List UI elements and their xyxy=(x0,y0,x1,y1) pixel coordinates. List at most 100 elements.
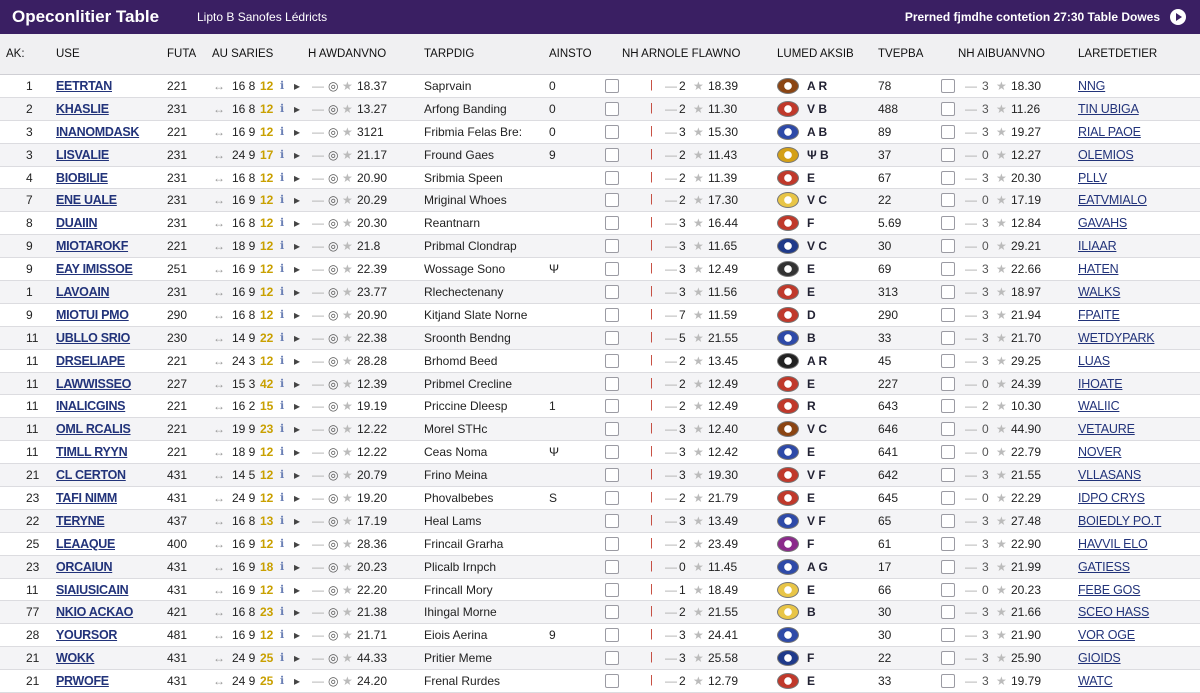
detail-link[interactable]: PLLV xyxy=(1078,171,1107,185)
row-checkbox[interactable] xyxy=(605,399,619,414)
row-checkbox[interactable] xyxy=(941,307,955,322)
row-checkbox[interactable] xyxy=(941,170,955,185)
row-checkbox[interactable] xyxy=(605,193,619,208)
team-link[interactable]: EETRTAN xyxy=(56,79,112,93)
row-checkbox[interactable] xyxy=(605,445,619,460)
team-link[interactable]: EAY IMISSOE xyxy=(56,262,133,276)
table-row[interactable]: 23 TAFI NIMM 431 24 9 12 19.20 Phovalbebes S 2 21… xyxy=(0,487,1200,510)
detail-link[interactable]: GATIESS xyxy=(1078,560,1130,574)
row-checkbox[interactable] xyxy=(941,124,955,139)
detail-link[interactable]: FEBE GOS xyxy=(1078,583,1141,597)
row-checkbox[interactable] xyxy=(941,422,955,437)
row-checkbox[interactable] xyxy=(941,101,955,116)
team-link[interactable]: DUAIIN xyxy=(56,216,98,230)
row-checkbox[interactable] xyxy=(941,582,955,597)
table-row[interactable]: 7 ENE UALE 231 16 9 12 20.29 Mriginal Whoes 2 17… xyxy=(0,189,1200,213)
detail-link[interactable]: FPAITE xyxy=(1078,308,1120,322)
col-header[interactable]: H AWDANVNO xyxy=(308,48,386,60)
row-checkbox[interactable] xyxy=(605,101,619,116)
table-row[interactable]: 11 LAWWISSEO 227 15 3 42 12.39 Pribmel Creclin… xyxy=(0,372,1200,396)
col-header[interactable]: TARPDIG xyxy=(424,48,474,60)
team-link[interactable]: ORCAIUN xyxy=(56,560,113,574)
table-row[interactable]: 11 INALICGINS 221 16 2 15 19.19 Priccine Dlees… xyxy=(0,395,1200,419)
team-link[interactable]: INALICGINS xyxy=(56,399,126,413)
team-link[interactable]: WOKK xyxy=(56,651,95,665)
team-link[interactable]: LISVALIE xyxy=(56,148,109,162)
table-row[interactable]: 9 MIOTAROKF 221 18 9 12 21.8 Pribmal Clondrap 3… xyxy=(0,235,1200,259)
row-checkbox[interactable] xyxy=(605,582,619,597)
detail-link[interactable]: WALKS xyxy=(1078,285,1121,299)
row-checkbox[interactable] xyxy=(941,216,955,231)
table-row[interactable]: 11 DRSELIAPE 221 24 3 12 28.28 Brhomd Beed 2 13.… xyxy=(0,349,1200,373)
team-link[interactable]: TERYNE xyxy=(56,514,105,528)
row-checkbox[interactable] xyxy=(941,674,955,689)
detail-link[interactable]: IDPO CRYS xyxy=(1078,491,1145,505)
play-icon[interactable] xyxy=(1170,9,1186,25)
row-checkbox[interactable] xyxy=(605,170,619,185)
table-row[interactable]: 21 PRWOFE 431 24 9 25 24.20 Frenal Rurdes 2 12.7… xyxy=(0,670,1200,693)
row-checkbox[interactable] xyxy=(605,605,619,620)
row-checkbox[interactable] xyxy=(605,285,619,300)
row-checkbox[interactable] xyxy=(605,376,619,391)
table-row[interactable]: 11 SIAIUSICAIN 431 16 9 12 22.20 Frincall Mory… xyxy=(0,578,1200,602)
detail-link[interactable]: OLEMIOS xyxy=(1078,148,1134,162)
row-checkbox[interactable] xyxy=(941,79,955,93)
row-checkbox[interactable] xyxy=(941,605,955,620)
row-checkbox[interactable] xyxy=(605,513,619,528)
col-header[interactable]: USE xyxy=(56,48,80,60)
table-row[interactable]: 4 BIOBILIE 231 16 8 12 20.90 Sribmia Speen 2 11.… xyxy=(0,166,1200,190)
detail-link[interactable]: BOIEDLY PO.T xyxy=(1078,514,1161,528)
table-row[interactable]: 3 LISVALIE 231 24 9 17 21.17 Fround Gaes 9 2 11.4… xyxy=(0,143,1200,167)
detail-link[interactable]: HATEN xyxy=(1078,262,1119,276)
row-checkbox[interactable] xyxy=(605,239,619,254)
row-checkbox[interactable] xyxy=(941,491,955,506)
row-checkbox[interactable] xyxy=(605,468,619,483)
row-checkbox[interactable] xyxy=(605,674,619,689)
team-link[interactable]: UBLLO SRIO xyxy=(56,331,130,345)
row-checkbox[interactable] xyxy=(605,422,619,437)
detail-link[interactable]: SCEO HASS xyxy=(1078,605,1149,619)
row-checkbox[interactable] xyxy=(941,513,955,528)
row-checkbox[interactable] xyxy=(941,285,955,300)
table-row[interactable]: 77 NKIO ACKAO 421 16 8 23 21.38 Ihingal Morne 2… xyxy=(0,601,1200,625)
table-row[interactable]: 2 KHASLIE 231 16 8 12 13.27 Arfong Banding 0 2 11… xyxy=(0,97,1200,121)
table-row[interactable]: 25 LEAAQUE 400 16 9 12 28.36 Frincail Grarha 2 2… xyxy=(0,532,1200,556)
table-row[interactable]: 28 YOURSOR 481 16 9 12 21.71 Eiois Aerina 9 3 24.… xyxy=(0,624,1200,648)
row-checkbox[interactable] xyxy=(605,330,619,345)
team-link[interactable]: OML RCALIS xyxy=(56,422,131,436)
team-link[interactable]: TAFI NIMM xyxy=(56,491,117,505)
team-link[interactable]: BIOBILIE xyxy=(56,171,108,185)
row-checkbox[interactable] xyxy=(941,239,955,254)
detail-link[interactable]: IHOATE xyxy=(1078,377,1123,391)
row-checkbox[interactable] xyxy=(605,147,619,162)
col-header[interactable]: TVEPBA xyxy=(878,48,923,60)
team-link[interactable]: CL CERTON xyxy=(56,468,126,482)
col-header[interactable]: LUMED AKSIB xyxy=(777,48,854,60)
row-checkbox[interactable] xyxy=(941,399,955,414)
row-checkbox[interactable] xyxy=(941,330,955,345)
row-checkbox[interactable] xyxy=(605,559,619,574)
row-checkbox[interactable] xyxy=(605,353,619,368)
detail-link[interactable]: WATC xyxy=(1078,674,1113,688)
row-checkbox[interactable] xyxy=(941,559,955,574)
detail-link[interactable]: EATVMIALO xyxy=(1078,193,1147,207)
detail-link[interactable]: VOR OGE xyxy=(1078,628,1135,642)
table-row[interactable]: 9 EAY IMISSOE 251 16 9 12 22.39 Wossage Sono Ψ 3… xyxy=(0,258,1200,282)
row-checkbox[interactable] xyxy=(605,651,619,666)
col-header[interactable]: LARETDETIER xyxy=(1078,48,1157,60)
detail-link[interactable]: LUAS xyxy=(1078,354,1110,368)
team-link[interactable]: MIOTUI PMO xyxy=(56,308,129,322)
col-header[interactable]: FUTA xyxy=(167,48,196,60)
detail-link[interactable]: HAVVIL ELO xyxy=(1078,537,1148,551)
table-row[interactable]: 8 DUAIIN 231 16 8 12 20.30 Reantnarn 3 16.44 F 5.6… xyxy=(0,212,1200,236)
detail-link[interactable]: GAVAHS xyxy=(1078,216,1127,230)
team-link[interactable]: TIMLL RYYN xyxy=(56,445,128,459)
detail-link[interactable]: NNG xyxy=(1078,79,1105,93)
row-checkbox[interactable] xyxy=(605,262,619,277)
team-link[interactable]: ENE UALE xyxy=(56,193,117,207)
team-link[interactable]: INANOMDASK xyxy=(56,125,139,139)
table-row[interactable]: 23 ORCAIUN 431 16 9 18 20.23 Plicalb Irnpch 0 11… xyxy=(0,555,1200,579)
table-row[interactable]: 1 LAVOAIN 231 16 9 12 23.77 Rlechectenany 3 11.5… xyxy=(0,281,1200,304)
table-row[interactable]: 22 TERYNE 437 16 8 13 17.19 Heal Lams 3 13.49 V F… xyxy=(0,509,1200,533)
table-row[interactable]: 9 MIOTUI PMO 290 16 8 12 20.90 Kitjand Slate N… xyxy=(0,303,1200,327)
